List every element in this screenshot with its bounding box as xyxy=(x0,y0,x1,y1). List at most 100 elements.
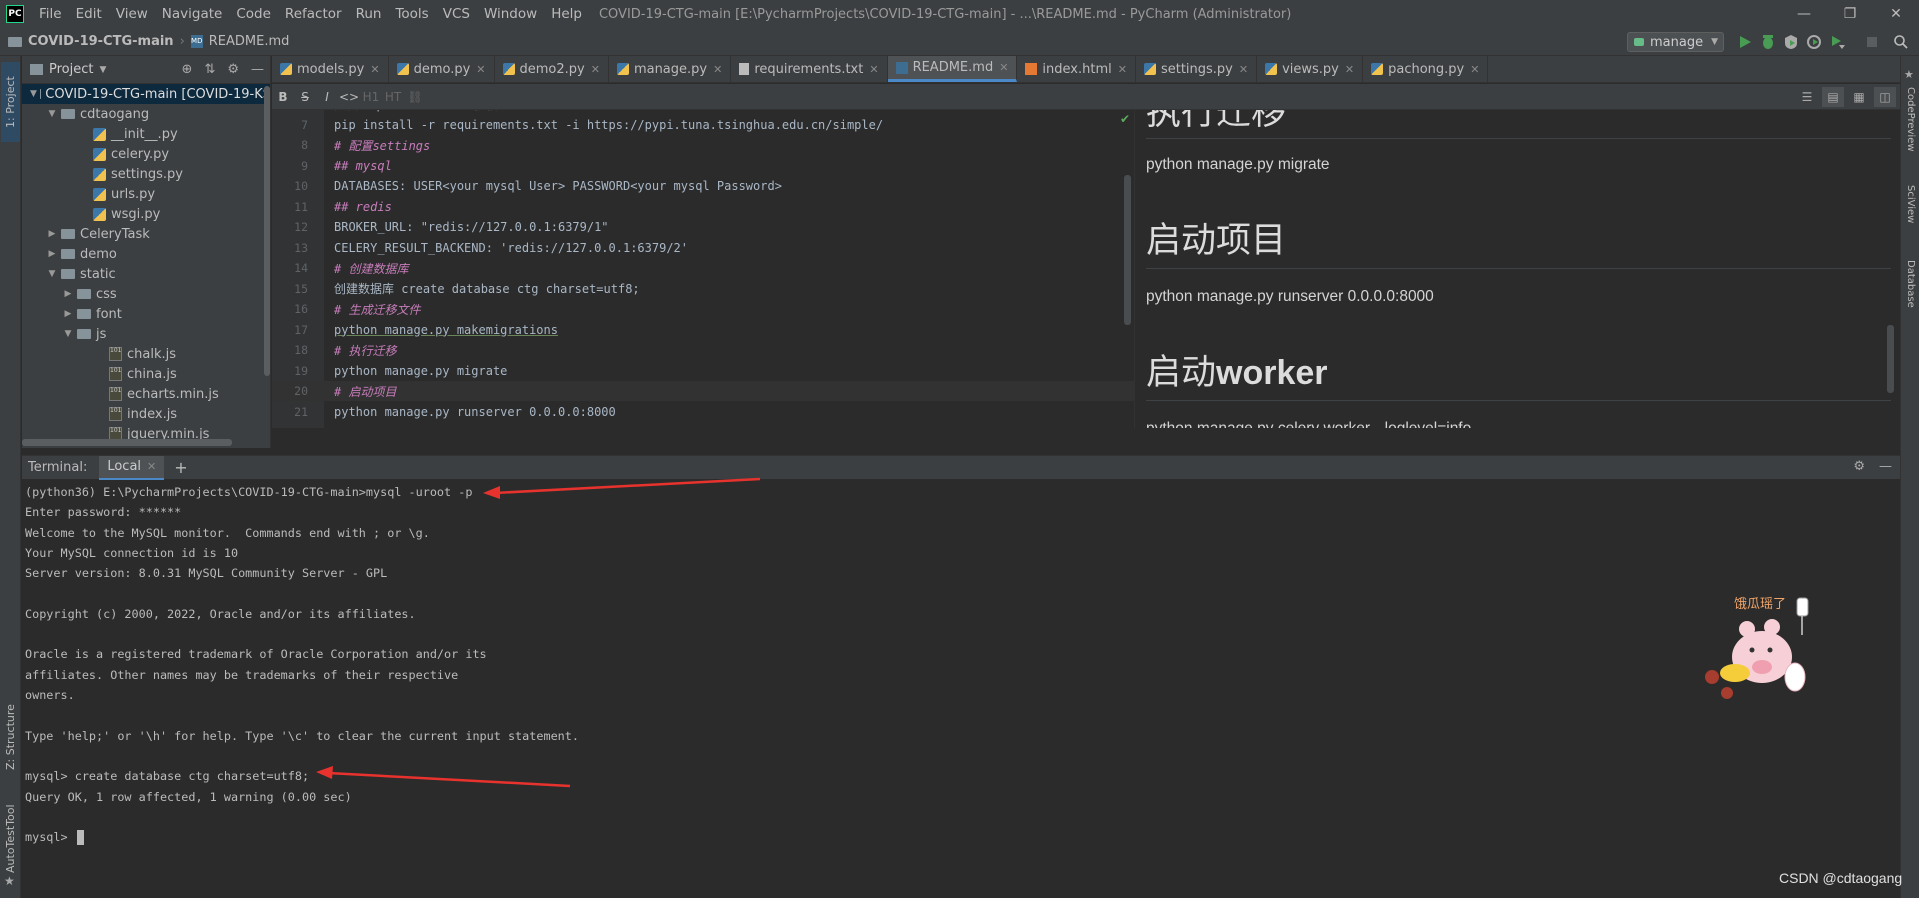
tool-tab-database[interactable]: Database xyxy=(1901,252,1919,316)
stop-icon[interactable] xyxy=(1864,34,1880,50)
preview-only-icon[interactable]: ▦ xyxy=(1848,87,1870,107)
add-terminal-icon[interactable]: + xyxy=(174,458,187,477)
tree-horizontal-scrollbar[interactable] xyxy=(22,439,232,446)
close-icon[interactable]: ✕ xyxy=(591,63,600,76)
tab-models-py[interactable]: models.py ✕ xyxy=(272,56,389,82)
split-view-icon[interactable]: ▤ xyxy=(1822,87,1844,107)
tab-demo-py[interactable]: demo.py ✕ xyxy=(389,56,495,82)
tree-item-folder[interactable]: ▶ css xyxy=(22,284,270,304)
hide-icon[interactable]: — xyxy=(1879,459,1892,474)
breadcrumb-project[interactable]: COVID-19-CTG-main xyxy=(28,34,174,49)
heading-type-button[interactable]: HT xyxy=(382,90,404,104)
tab-manage-py[interactable]: manage.py ✕ xyxy=(609,56,732,82)
italic-button[interactable]: I xyxy=(316,90,338,104)
tree-item-folder[interactable]: ▶ demo xyxy=(22,244,270,264)
menu-vcs[interactable]: VCS xyxy=(436,6,477,22)
tree-item-folder[interactable]: ▶ font xyxy=(22,304,270,324)
collapsed-arrow-icon[interactable]: ▶ xyxy=(62,289,74,299)
search-icon[interactable] xyxy=(1893,34,1909,50)
chevron-down-icon[interactable]: ▼ xyxy=(99,65,106,75)
menu-tools[interactable]: Tools xyxy=(388,6,435,22)
run-config-select[interactable]: manage ▼ xyxy=(1627,32,1724,52)
close-icon[interactable]: ✕ xyxy=(869,63,878,76)
menu-edit[interactable]: Edit xyxy=(69,6,109,22)
hide-icon[interactable]: — xyxy=(251,62,264,77)
tree-scrollbar[interactable] xyxy=(264,86,270,376)
close-icon[interactable]: ✕ xyxy=(1470,63,1479,76)
link-button[interactable]: ⛓ xyxy=(404,90,426,104)
tab-index-html[interactable]: index.html ✕ xyxy=(1017,56,1136,82)
tree-item-js[interactable]: 101 echarts.min.js xyxy=(22,384,270,404)
menu-help[interactable]: Help xyxy=(544,6,589,22)
tree-item-root[interactable]: ▼ COVID-19-CTG-main [COVID-19-KS xyxy=(22,84,270,104)
collapsed-arrow-icon[interactable]: ▶ xyxy=(46,249,58,259)
profile-icon[interactable] xyxy=(1806,34,1822,50)
editor-scrollbar[interactable] xyxy=(1124,175,1131,325)
breadcrumb-file[interactable]: README.md xyxy=(209,34,290,49)
tree-item-js[interactable]: 101 chalk.js xyxy=(22,344,270,364)
tree-item-folder[interactable]: ▼ static xyxy=(22,264,270,284)
project-panel-title[interactable]: Project xyxy=(49,62,93,77)
preview-scrollbar[interactable] xyxy=(1887,325,1894,393)
menu-file[interactable]: File xyxy=(32,6,69,22)
close-icon[interactable]: ✕ xyxy=(370,63,379,76)
expanded-arrow-icon[interactable]: ▼ xyxy=(62,329,74,339)
restore-button[interactable]: ❐ xyxy=(1827,0,1873,28)
minimize-button[interactable]: — xyxy=(1781,0,1827,28)
heading-button[interactable]: H1 xyxy=(360,90,382,104)
tree-item-folder[interactable]: ▼ cdtaogang xyxy=(22,104,270,124)
coverage-icon[interactable] xyxy=(1783,34,1799,50)
menu-code[interactable]: Code xyxy=(229,6,278,22)
tree-item-py[interactable]: celery.py xyxy=(22,144,270,164)
menu-navigate[interactable]: Navigate xyxy=(155,6,230,22)
expanded-arrow-icon[interactable]: ▼ xyxy=(46,269,58,279)
tree-item-folder[interactable]: ▼ js xyxy=(22,324,270,344)
tree-item-js[interactable]: 101 index.js xyxy=(22,404,270,424)
tree-item-py[interactable]: wsgi.py xyxy=(22,204,270,224)
menu-view[interactable]: View xyxy=(109,6,155,22)
close-icon[interactable]: ✕ xyxy=(713,63,722,76)
tool-tab-project[interactable]: 1: Project xyxy=(1,62,20,142)
close-icon[interactable]: ✕ xyxy=(999,61,1008,74)
collapsed-arrow-icon[interactable]: ▶ xyxy=(46,229,58,239)
tab-demo2-py[interactable]: demo2.py ✕ xyxy=(495,56,609,82)
code-button[interactable]: <> xyxy=(338,90,360,104)
tree-item-py[interactable]: __init__.py xyxy=(22,124,270,144)
bold-button[interactable]: B xyxy=(272,90,294,104)
tree-item-folder[interactable]: ▶ CeleryTask xyxy=(22,224,270,244)
debug-icon[interactable] xyxy=(1760,34,1776,50)
tab-settings-py[interactable]: settings.py ✕ xyxy=(1136,56,1258,82)
locate-icon[interactable]: ⊕ xyxy=(182,62,193,77)
close-icon[interactable]: ✕ xyxy=(476,63,485,76)
terminal-output[interactable]: (python36) E:\PycharmProjects\COVID-19-C… xyxy=(22,480,1900,898)
star-icon[interactable]: ★ xyxy=(4,874,15,888)
menu-refactor[interactable]: Refactor xyxy=(278,6,349,22)
expanded-arrow-icon[interactable]: ▼ xyxy=(30,89,37,99)
tab-README-md[interactable]: README.md ✕ xyxy=(887,56,1018,82)
tool-tab-autotest[interactable]: AutoTestTool xyxy=(1,796,20,882)
tool-tab-sciview[interactable]: SciView xyxy=(1901,178,1919,230)
close-icon[interactable]: ✕ xyxy=(1345,63,1354,76)
tab-views-py[interactable]: views.py ✕ xyxy=(1257,56,1364,82)
terminal-tab-local[interactable]: Local ✕ xyxy=(99,455,165,480)
tree-item-py[interactable]: settings.py xyxy=(22,164,270,184)
tree-item-js[interactable]: 101 china.js xyxy=(22,364,270,384)
close-icon[interactable]: ✕ xyxy=(1118,63,1127,76)
run-dropdown-icon[interactable] xyxy=(1829,34,1845,50)
collapse-all-icon[interactable]: ⇅ xyxy=(204,62,215,77)
menu-run[interactable]: Run xyxy=(349,6,389,22)
expanded-arrow-icon[interactable]: ▼ xyxy=(46,109,58,119)
menu-window[interactable]: Window xyxy=(477,6,544,22)
layout-toggle-icon[interactable]: ◫ xyxy=(1874,87,1896,107)
tool-tab-codepreview[interactable]: CodePreview xyxy=(1901,84,1919,154)
editor-only-icon[interactable]: ☰ xyxy=(1796,87,1818,107)
strikethrough-button[interactable]: S xyxy=(294,90,316,104)
run-icon[interactable] xyxy=(1737,34,1753,50)
gear-icon[interactable]: ⚙ xyxy=(1853,459,1865,474)
close-button[interactable]: ✕ xyxy=(1873,0,1919,28)
close-icon[interactable]: ✕ xyxy=(1239,63,1248,76)
gear-icon[interactable]: ⚙ xyxy=(227,62,239,77)
tree-item-py[interactable]: urls.py xyxy=(22,184,270,204)
tab-pachong-py[interactable]: pachong.py ✕ xyxy=(1363,56,1489,82)
tool-tab-structure[interactable]: Z: Structure xyxy=(1,696,20,778)
